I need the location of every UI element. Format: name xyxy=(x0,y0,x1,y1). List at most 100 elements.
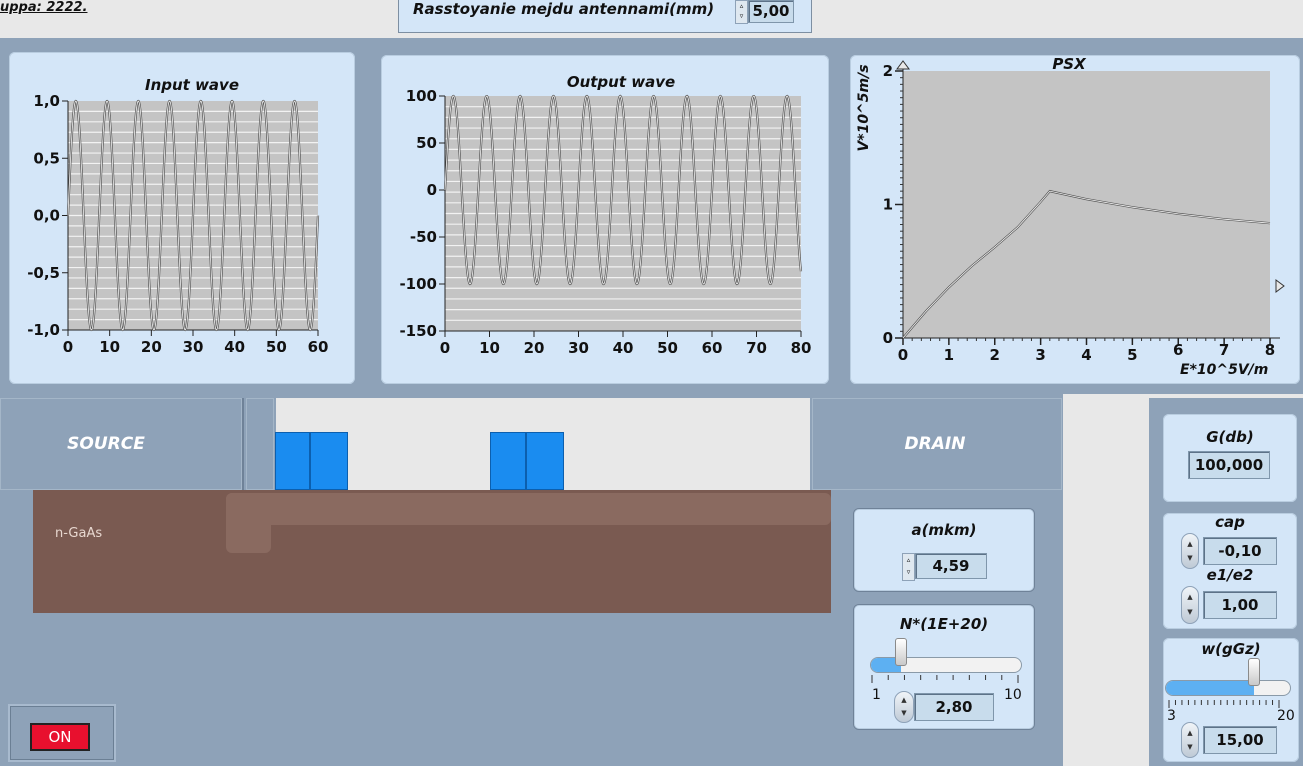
drain-label: DRAIN xyxy=(904,434,966,454)
g-label: G(db) xyxy=(1206,428,1254,446)
a-label: a(mkm) xyxy=(911,521,977,539)
x-tick-label: 7 xyxy=(1219,341,1229,359)
group-label: uppa: 2222. xyxy=(0,0,88,15)
psx-xlabel: E*10^5V/m xyxy=(1180,362,1269,378)
psx-chart: 2 1 00 1 2 3 4 5 6 7 8 xyxy=(883,60,1285,364)
x-tick-label: 20 xyxy=(141,338,162,356)
gap-area xyxy=(1063,394,1149,766)
x-tick-label: 40 xyxy=(224,338,245,356)
cap-spinner[interactable]: ▲ ▼ xyxy=(1181,533,1199,569)
y-tick-label: 0,5 xyxy=(33,149,60,167)
w-spinner[interactable]: ▲ ▼ xyxy=(1181,722,1199,758)
x-tick-label: 20 xyxy=(524,339,545,357)
w-control: w(gGz) 3 20 ▲ ▼ 15,00 xyxy=(1163,638,1299,762)
psx-ylabel: V*10^5m/s xyxy=(856,64,872,152)
a-control: a(mkm) ▵ ▿ 4,59 xyxy=(853,508,1035,592)
y-tick-label: -0,5 xyxy=(27,264,60,282)
x-tick-label: 2 xyxy=(990,346,1000,364)
x-tick-label: 4 xyxy=(1081,346,1091,364)
w-slider-fill xyxy=(1166,681,1254,695)
n-value[interactable]: 2,80 xyxy=(914,693,994,721)
x-tick-label: 40 xyxy=(613,339,634,357)
substrate: n-GaAs xyxy=(33,490,831,613)
output-wave-chart: 100500-50-100-1500 10 20 30 40 50 60 70 80 xyxy=(399,87,812,357)
x-tick-label: 60 xyxy=(308,338,329,356)
y-tick-label: 100 xyxy=(406,87,437,105)
n-control: N*(1E+20) 1 10 ▲ ▼ 2,80 xyxy=(853,604,1035,730)
antenna-electrode-left-2 xyxy=(310,432,348,490)
source-label: SOURCE xyxy=(67,434,145,454)
y-tick-label: 1 xyxy=(883,196,893,214)
substrate-highlight-tab xyxy=(226,493,271,553)
w-slider-ticks xyxy=(1168,700,1280,708)
n-slider-thumb[interactable] xyxy=(895,638,907,666)
n-slider[interactable] xyxy=(870,657,1022,673)
w-value[interactable]: 15,00 xyxy=(1203,726,1277,754)
antenna-electrode-right-2 xyxy=(526,432,564,490)
y-tick-label: 2 xyxy=(883,62,893,80)
cap-label: cap xyxy=(1215,513,1245,531)
antenna-electrode-right-1 xyxy=(490,432,526,490)
x-tick-label: 0 xyxy=(63,338,73,356)
distance-spinner[interactable]: ▵ ▿ xyxy=(735,0,748,24)
w-slider[interactable] xyxy=(1165,680,1291,696)
w-min-label: 3 xyxy=(1167,708,1176,724)
source-block: SOURCE xyxy=(0,398,244,490)
antenna-electrode-left-1 xyxy=(275,432,310,490)
distance-label: Rasstoyanie mejdu antennami(mm) xyxy=(413,0,715,18)
on-button[interactable]: ON xyxy=(30,723,90,751)
substrate-label: n-GaAs xyxy=(55,526,103,541)
e-value[interactable]: 1,00 xyxy=(1203,591,1277,619)
x-tick-label: 30 xyxy=(183,338,204,356)
e-label: e1/e2 xyxy=(1206,566,1254,584)
x-tick-label: 3 xyxy=(1035,346,1045,364)
y-tick-label: 0 xyxy=(883,329,893,347)
x-tick-label: 0 xyxy=(898,346,908,364)
n-max-label: 10 xyxy=(1004,687,1022,703)
x-tick-label: 70 xyxy=(746,339,767,357)
y-tick-label: -150 xyxy=(399,322,437,340)
x-tick-label: 10 xyxy=(99,338,120,356)
x-tick-label: 0 xyxy=(440,339,450,357)
x-tick-label: 50 xyxy=(657,339,678,357)
x-tick-label: 6 xyxy=(1173,341,1183,359)
source-contact xyxy=(246,398,274,490)
y-tick-label: -50 xyxy=(410,228,437,246)
x-tick-label: 60 xyxy=(702,339,723,357)
y-tick-label: -100 xyxy=(399,275,437,293)
distance-value[interactable]: 5,00 xyxy=(748,0,794,23)
g-control: G(db) 100,000 xyxy=(1163,414,1297,502)
n-slider-ticks xyxy=(871,675,1019,683)
x-axis-arrow-icon xyxy=(1275,279,1285,293)
n-spinner[interactable]: ▲ ▼ xyxy=(894,691,914,723)
x-tick-label: 80 xyxy=(791,339,812,357)
w-max-label: 20 xyxy=(1277,708,1295,724)
x-tick-label: 8 xyxy=(1265,341,1275,359)
y-tick-label: 50 xyxy=(416,134,437,152)
n-label: N*(1E+20) xyxy=(899,615,989,633)
y-axis-arrow-icon xyxy=(896,60,910,70)
y-tick-label: 0 xyxy=(427,181,437,199)
input-wave-chart: 1,0 0,5 0,0 -0,5 -1,00 10 20 30 40 50 60 xyxy=(27,92,329,356)
x-tick-label: 1 xyxy=(944,346,954,364)
y-tick-label: 0,0 xyxy=(33,207,60,225)
a-value[interactable]: 4,59 xyxy=(915,553,987,579)
x-tick-label: 30 xyxy=(568,339,589,357)
w-slider-thumb[interactable] xyxy=(1247,658,1260,686)
cap-e-control: cap ▲ ▼ -0,10 e1/e2 ▲ ▼ 1,00 xyxy=(1163,513,1297,629)
y-tick-label: 1,0 xyxy=(33,92,60,110)
x-tick-label: 50 xyxy=(266,338,287,356)
drain-block: DRAIN xyxy=(812,398,1062,490)
distance-control: Rasstoyanie mejdu antennami(mm) ▵ ▿ 5,00 xyxy=(398,0,812,33)
y-tick-label: -1,0 xyxy=(27,321,60,339)
a-spinner[interactable]: ▵ ▿ xyxy=(902,553,915,581)
g-value: 100,000 xyxy=(1188,451,1270,479)
e-spinner[interactable]: ▲ ▼ xyxy=(1181,586,1199,624)
cap-value[interactable]: -0,10 xyxy=(1203,537,1277,565)
w-label: w(gGz) xyxy=(1201,640,1261,658)
n-min-label: 1 xyxy=(872,687,881,703)
substrate-highlight xyxy=(226,493,831,525)
x-tick-label: 10 xyxy=(479,339,500,357)
plot-area xyxy=(903,71,1270,338)
x-tick-label: 5 xyxy=(1127,346,1137,364)
